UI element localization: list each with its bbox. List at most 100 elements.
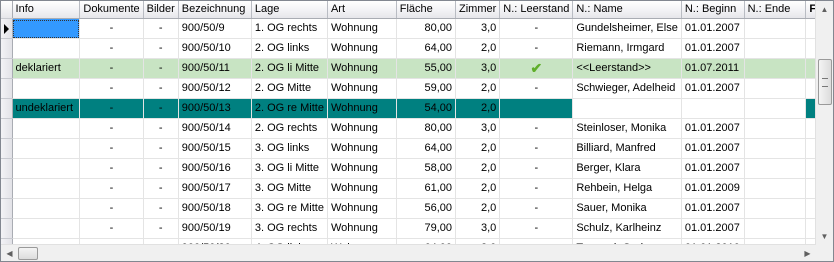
cell-leerstand[interactable]: - [499,78,574,99]
row-selector[interactable] [1,78,13,99]
vertical-scroll-thumb[interactable] [818,59,832,105]
cell-ende[interactable] [744,18,807,39]
col-header-leerstand[interactable]: N.: Leerstand [499,1,574,19]
col-header-bezeichnung[interactable]: Bezeichnung [178,1,252,19]
cell-lage[interactable]: 3. OG re Mitte [251,198,328,219]
cell-leerstand[interactable]: - [499,118,574,139]
col-header-zimmer[interactable]: Zimmer [455,1,501,19]
cell-bilder[interactable]: - [143,58,179,79]
cell-leerstand[interactable]: ✔ [499,58,574,79]
col-header-beginn[interactable]: N.: Beginn [681,1,745,19]
cell-bezeichnung[interactable]: 900/50/14 [178,118,252,139]
cell-info[interactable]: undeklariert [12,98,81,119]
cell-bezeichnung[interactable]: 900/50/12 [178,78,252,99]
table-row[interactable]: undeklariert - -900/50/13 2. OG re Mitte Woh… [1,98,833,119]
row-selector[interactable] [1,38,13,59]
cell-leerstand[interactable]: - [499,178,574,199]
cell-ende[interactable] [744,198,807,219]
cell-flaeche[interactable]: 79,00 [396,218,457,239]
cell-art[interactable]: Wohnung [327,138,397,159]
cell-art[interactable]: Wohnung [327,118,397,139]
cell-flaeche[interactable]: 80,00 [396,18,457,39]
cell-info[interactable] [12,218,81,239]
col-header-art[interactable]: Art [327,1,397,19]
cell-flaeche[interactable]: 59,00 [396,78,457,99]
col-header-ende[interactable]: N.: Ende [744,1,807,19]
col-header-bilder[interactable]: Bilder [143,1,179,19]
scroll-right-icon[interactable]: ▶ [799,245,816,261]
row-header-corner[interactable] [1,1,13,19]
cell-zimmer[interactable]: 2,0 [455,38,501,59]
table-row[interactable]: deklariert - -900/50/11 2. OG li Mitte Wohnu… [1,58,833,79]
cell-bezeichnung[interactable]: 900/50/16 [178,158,252,179]
row-selector[interactable] [1,178,13,199]
cell-flaeche[interactable]: 55,00 [396,58,457,79]
cell-art[interactable]: Wohnung [327,18,397,39]
cell-name[interactable]: Billiard, Manfred [572,138,682,159]
cell-name[interactable]: Berger, Klara [572,158,682,179]
cell-lage[interactable]: 2. OG re Mitte [251,98,328,119]
cell-info[interactable] [12,178,81,199]
cell-leerstand[interactable]: - [499,18,574,39]
cell-bezeichnung[interactable]: 900/50/17 [178,178,252,199]
horizontal-scroll-thumb[interactable] [18,247,38,260]
cell-bilder[interactable]: - [143,38,179,59]
cell-leerstand[interactable] [499,98,574,119]
cell-dokumente[interactable]: - [79,98,144,119]
table-row[interactable]: - -900/50/19 3. OG rechts Wohnung 79,00 3,0- S… [1,218,833,239]
cell-art[interactable]: Wohnung [327,158,397,179]
cell-bilder[interactable]: - [143,218,179,239]
cell-leerstand[interactable]: - [499,158,574,179]
vertical-scrollbar[interactable]: ▲ ▼ [815,1,833,245]
cell-bezeichnung[interactable]: 900/50/18 [178,198,252,219]
cell-bilder[interactable]: - [143,118,179,139]
cell-info[interactable] [12,198,81,219]
cell-art[interactable]: Wohnung [327,38,397,59]
cell-lage[interactable]: 1. OG rechts [251,18,328,39]
cell-dokumente[interactable]: - [79,178,144,199]
cell-lage[interactable]: 3. OG li Mitte [251,158,328,179]
cell-lage[interactable]: 3. OG Mitte [251,178,328,199]
col-header-info[interactable]: Info [12,1,81,19]
cell-zimmer[interactable]: 2,0 [455,138,501,159]
cell-name[interactable]: <<Leerstand>> [572,58,682,79]
cell-art[interactable]: Wohnung [327,198,397,219]
cell-lage[interactable]: 2. OG links [251,38,328,59]
cell-name[interactable]: Riemann, Irmgard [572,38,682,59]
col-header-name[interactable]: N.: Name [572,1,682,19]
cell-ende[interactable] [744,38,807,59]
cell-info[interactable] [12,138,81,159]
cell-info[interactable] [12,38,81,59]
cell-art[interactable]: Wohnung [327,78,397,99]
cell-flaeche[interactable]: 80,00 [396,118,457,139]
cell-flaeche[interactable]: 61,00 [396,178,457,199]
cell-name[interactable] [572,98,682,119]
cell-zimmer[interactable]: 3,0 [455,218,501,239]
cell-info[interactable] [12,78,81,99]
cell-leerstand[interactable]: - [499,218,574,239]
cell-art[interactable]: Wohnung [327,58,397,79]
cell-beginn[interactable]: 01.01.2007 [681,158,745,179]
cell-flaeche[interactable]: 58,00 [396,158,457,179]
table-row[interactable]: - -900/50/15 3. OG links Wohnung 64,00 2,0- Bi… [1,138,833,159]
cell-lage[interactable]: 3. OG links [251,138,328,159]
cell-ende[interactable] [744,78,807,99]
cell-info[interactable] [12,158,81,179]
table-row[interactable]: - -900/50/9 1. OG rechts Wohnung 80,00 3,0- Gu… [1,18,833,39]
cell-bilder[interactable]: - [143,78,179,99]
row-selector[interactable] [1,138,13,159]
cell-beginn[interactable]: 01.07.2011 [681,58,745,79]
cell-info[interactable]: deklariert [12,58,81,79]
cell-zimmer[interactable]: 2,0 [455,78,501,99]
cell-beginn[interactable]: 01.01.2009 [681,178,745,199]
cell-beginn[interactable]: 01.01.2007 [681,18,745,39]
cell-art[interactable]: Wohnung [327,178,397,199]
table-row[interactable]: - -900/50/17 3. OG Mitte Wohnung 61,00 2,0- Re… [1,178,833,199]
cell-name[interactable]: Schulz, Karlheinz [572,218,682,239]
cell-zimmer[interactable]: 3,0 [455,118,501,139]
cell-flaeche[interactable]: 54,00 [396,98,457,119]
cell-art[interactable]: Wohnung [327,98,397,119]
cell-bezeichnung[interactable]: 900/50/19 [178,218,252,239]
cell-dokumente[interactable]: - [79,18,144,39]
cell-dokumente[interactable]: - [79,38,144,59]
